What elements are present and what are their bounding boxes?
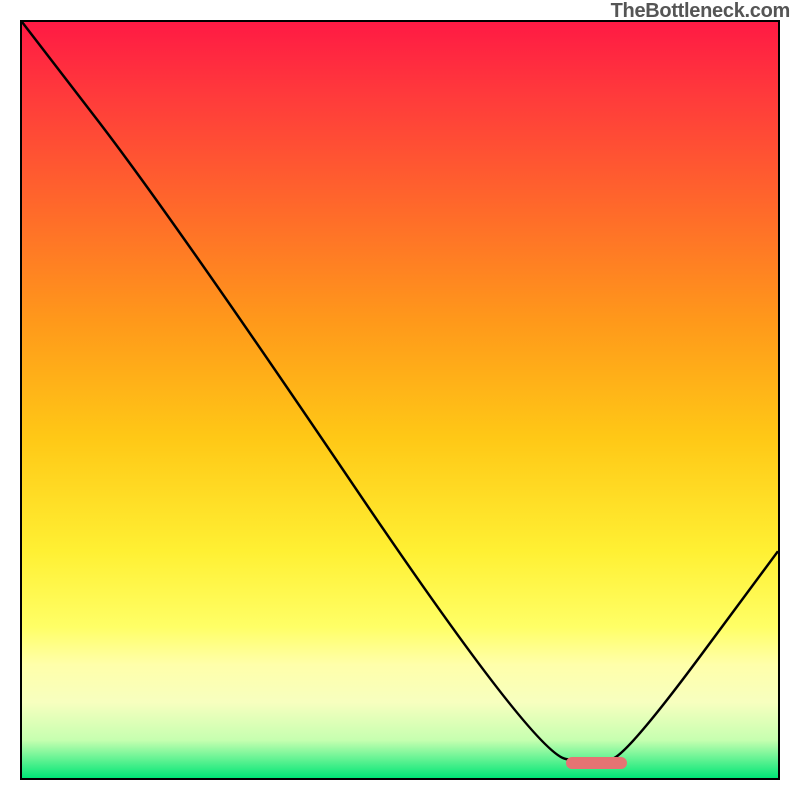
bottleneck-curve: [22, 22, 778, 778]
chart-container: TheBottleneck.com: [0, 0, 800, 800]
chart-plot-area: [20, 20, 780, 780]
optimum-marker: [566, 757, 626, 769]
